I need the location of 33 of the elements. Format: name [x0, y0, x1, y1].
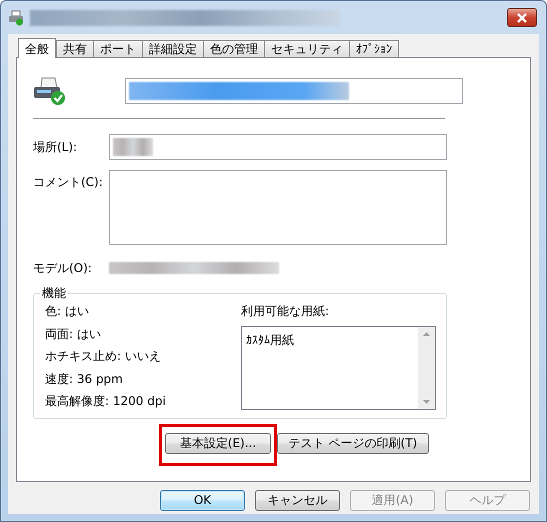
feature-text: 両面: はい [45, 326, 102, 340]
comment-label: コメント(C): [33, 174, 104, 191]
print-button[interactable]: テスト ページの印刷(T) [277, 433, 429, 454]
paper-list[interactable]: ｶｽﾀﾑ用紙 [241, 326, 436, 410]
tab[interactable]: 色の管理 [203, 40, 265, 58]
tab[interactable]: 共有 [56, 40, 94, 58]
tab[interactable]: ｵﾌﾟｼｮﾝ [349, 40, 399, 58]
tab[interactable]: 詳細設定 [142, 40, 204, 58]
model-label: モデル(O): [33, 260, 93, 277]
dialog-button[interactable]: OK [160, 490, 245, 511]
printer-icon [33, 76, 67, 106]
close-icon [516, 12, 528, 22]
printer-icon [8, 10, 24, 26]
scroll-down-icon[interactable] [423, 400, 430, 404]
close-button[interactable] [507, 8, 537, 27]
group-legend: 機能 [40, 286, 68, 300]
dialog-button[interactable]: キャンセル [255, 490, 340, 511]
paper-label: 利用可能な用紙: [241, 304, 330, 318]
settings-button[interactable]: 基本設定(E)... [165, 433, 271, 454]
feature-text: 最高解像度: 1200 dpi [45, 394, 167, 408]
tab[interactable]: 全般 [18, 38, 56, 58]
feature-text: ホチキス止め: いいえ [45, 349, 162, 363]
feature-text: 速度: 36 ppm [45, 372, 124, 386]
scrollbar[interactable] [418, 327, 435, 409]
comment-field[interactable] [109, 170, 447, 245]
tab[interactable]: ポート [93, 40, 143, 58]
paper-item[interactable]: ｶｽﾀﾑ用紙 [246, 331, 294, 349]
location-label: 場所(L): [33, 139, 78, 156]
printer-name-field[interactable] [125, 78, 463, 104]
feature-text: 色: はい [45, 304, 90, 318]
location-field[interactable] [109, 134, 447, 160]
tab[interactable]: セキュリティ [264, 40, 350, 58]
scroll-up-icon[interactable] [423, 332, 430, 336]
